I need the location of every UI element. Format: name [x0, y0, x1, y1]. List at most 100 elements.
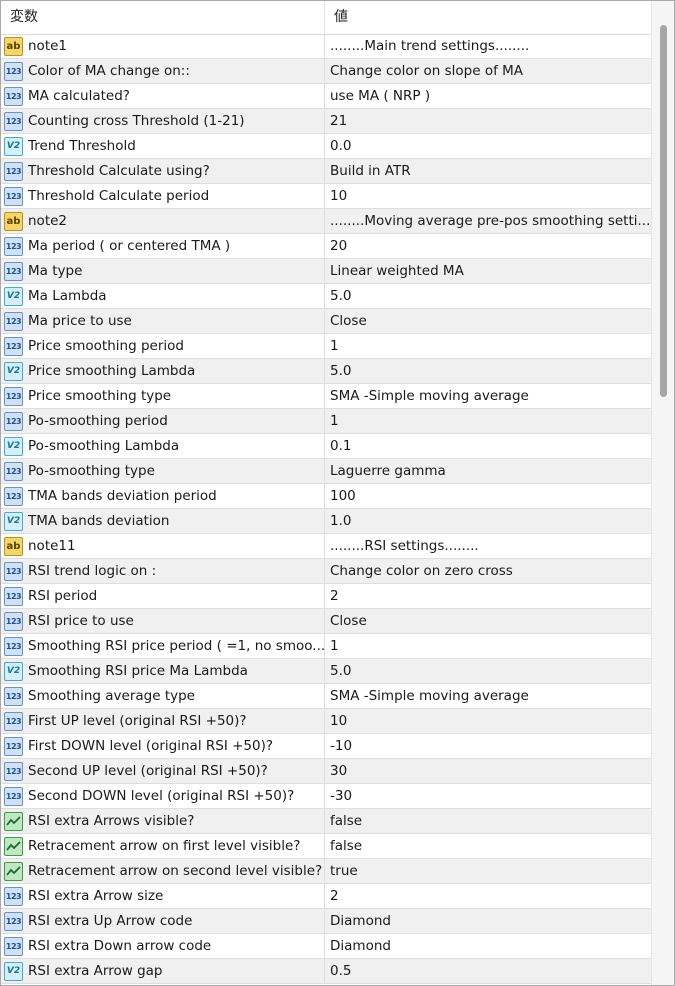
table-row[interactable]: 123 Threshold Calculate using? Build in AT…: [1, 159, 651, 184]
table-row[interactable]: 123 RSI price to use Close: [1, 609, 651, 634]
value-cell[interactable]: Close: [325, 609, 651, 633]
value-cell[interactable]: Change color on slope of MA: [325, 59, 651, 83]
string-type-icon: ab: [4, 536, 23, 556]
value-cell[interactable]: Diamond: [325, 909, 651, 933]
table-row[interactable]: ab note2 ........Moving average pre-pos sm…: [1, 209, 651, 234]
table-row[interactable]: 123 Ma type Linear weighted MA: [1, 259, 651, 284]
value-cell[interactable]: 21: [325, 109, 651, 133]
value-cell[interactable]: 100: [325, 484, 651, 508]
value-cell[interactable]: SMA -Simple moving average: [325, 384, 651, 408]
column-header-value[interactable]: 値: [325, 1, 651, 34]
value-cell[interactable]: 1.0: [325, 509, 651, 533]
table-row[interactable]: 123 Second DOWN level (original RSI +50)?…: [1, 784, 651, 809]
table-row[interactable]: 123 Threshold Calculate period 10: [1, 184, 651, 209]
value-cell[interactable]: Close: [325, 309, 651, 333]
table-row[interactable]: V2 RSI extra Arrow gap 0.5: [1, 959, 651, 984]
integer-type-icon: 123: [4, 486, 23, 506]
value-cell[interactable]: true: [325, 859, 651, 883]
table-row[interactable]: 123 Ma price to use Close: [1, 309, 651, 334]
value-cell[interactable]: ........Moving average pre-pos smoothing…: [325, 209, 651, 233]
integer-type-icon: 123: [4, 761, 23, 781]
table-row[interactable]: 123 TMA bands deviation period 100: [1, 484, 651, 509]
value-cell[interactable]: 2: [325, 584, 651, 608]
table-row[interactable]: 123 Price smoothing type SMA -Simple movin…: [1, 384, 651, 409]
integer-type-icon: 123: [4, 386, 23, 406]
table-row[interactable]: ab note1 ........Main trend settings......…: [1, 34, 651, 59]
value-cell[interactable]: Laguerre gamma: [325, 459, 651, 483]
scrollbar-thumb[interactable]: [660, 25, 667, 397]
table-row[interactable]: 123 RSI period 2: [1, 584, 651, 609]
value-cell[interactable]: 2: [325, 884, 651, 908]
value-cell[interactable]: Change color on zero cross: [325, 559, 651, 583]
value-cell[interactable]: Diamond: [325, 934, 651, 958]
variable-cell: V2 TMA bands deviation: [1, 509, 325, 533]
table-row[interactable]: 123 RSI extra Up Arrow code Diamond: [1, 909, 651, 934]
table-row[interactable]: Retracement arrow on second level visibl…: [1, 859, 651, 884]
variable-cell: 123 Second UP level (original RSI +50)?: [1, 759, 325, 783]
table-row[interactable]: V2 Price smoothing Lambda 5.0: [1, 359, 651, 384]
value-cell[interactable]: false: [325, 809, 651, 833]
variable-name: Retracement arrow on second level visibl…: [28, 863, 323, 879]
value-cell[interactable]: SMA -Simple moving average: [325, 684, 651, 708]
variable-name: Threshold Calculate using?: [28, 163, 210, 179]
table-row[interactable]: 123 RSI trend logic on : Change color on z…: [1, 559, 651, 584]
value-cell[interactable]: ........Main trend settings........: [325, 34, 651, 58]
variable-name: Ma Lambda: [28, 288, 107, 304]
table-row[interactable]: 123 Smoothing RSI price period ( =1, no s…: [1, 634, 651, 659]
table-row[interactable]: 123 Counting cross Threshold (1-21) 21: [1, 109, 651, 134]
value-cell[interactable]: 10: [325, 184, 651, 208]
table-row[interactable]: 123 Second UP level (original RSI +50)? 30: [1, 759, 651, 784]
value-cell[interactable]: Build in ATR: [325, 159, 651, 183]
integer-type-icon: 123: [4, 936, 23, 956]
value-cell[interactable]: false: [325, 834, 651, 858]
table-row[interactable]: RSI extra Arrows visible? false: [1, 809, 651, 834]
table-row[interactable]: 123 Po-smoothing period 1: [1, 409, 651, 434]
value-cell[interactable]: 20: [325, 234, 651, 258]
value-cell[interactable]: use MA ( NRP ): [325, 84, 651, 108]
table-row[interactable]: 123 First UP level (original RSI +50)? 10: [1, 709, 651, 734]
value-cell[interactable]: 0.5: [325, 959, 651, 983]
variable-name: Second UP level (original RSI +50)?: [28, 763, 268, 779]
value-cell[interactable]: 5.0: [325, 284, 651, 308]
table-row[interactable]: 123 Smoothing average type SMA -Simple mov…: [1, 684, 651, 709]
table-row[interactable]: 123 Price smoothing period 1: [1, 334, 651, 359]
table-row[interactable]: V2 Smoothing RSI price Ma Lambda 5.0: [1, 659, 651, 684]
table-row[interactable]: 123 RSI extra Down arrow code Diamond: [1, 934, 651, 959]
value-cell[interactable]: 30: [325, 759, 651, 783]
variable-name: First UP level (original RSI +50)?: [28, 713, 247, 729]
value-cell[interactable]: -30: [325, 784, 651, 808]
table-row[interactable]: 123 MA calculated? use MA ( NRP ): [1, 84, 651, 109]
string-type-icon: ab: [4, 36, 23, 56]
value-cell[interactable]: 5.0: [325, 359, 651, 383]
variable-cell: ab note2: [1, 209, 325, 233]
value-cell[interactable]: Linear weighted MA: [325, 259, 651, 283]
table-row[interactable]: 123 Po-smoothing type Laguerre gamma: [1, 459, 651, 484]
variable-cell: 123 Threshold Calculate using?: [1, 159, 325, 183]
value-cell[interactable]: 5.0: [325, 659, 651, 683]
variable-name: Second DOWN level (original RSI +50)?: [28, 788, 295, 804]
table-row[interactable]: V2 TMA bands deviation 1.0: [1, 509, 651, 534]
table-row[interactable]: 123 First DOWN level (original RSI +50)? -…: [1, 734, 651, 759]
value-cell[interactable]: 1: [325, 634, 651, 658]
table-row[interactable]: ab note11 ........RSI settings........: [1, 534, 651, 559]
string-type-icon: ab: [4, 211, 23, 231]
table-row[interactable]: V2 Trend Threshold 0.0: [1, 134, 651, 159]
table-row[interactable]: V2 Ma Lambda 5.0: [1, 284, 651, 309]
value-cell[interactable]: 0.1: [325, 434, 651, 458]
value-cell[interactable]: 0.0: [325, 134, 651, 158]
variable-cell: 123 Po-smoothing period: [1, 409, 325, 433]
value-cell[interactable]: 1: [325, 409, 651, 433]
table-row[interactable]: 123 RSI extra Arrow size 2: [1, 884, 651, 909]
table-row[interactable]: 123 Ma period ( or centered TMA ) 20: [1, 234, 651, 259]
table-row[interactable]: 123 Color of MA change on:: Change color o…: [1, 59, 651, 84]
value-cell[interactable]: 1: [325, 334, 651, 358]
value-cell[interactable]: -10: [325, 734, 651, 758]
integer-type-icon: 123: [4, 786, 23, 806]
table-row[interactable]: Retracement arrow on first level visible…: [1, 834, 651, 859]
vertical-scrollbar[interactable]: [651, 1, 674, 985]
variable-cell: 123 First DOWN level (original RSI +50)?: [1, 734, 325, 758]
table-row[interactable]: V2 Po-smoothing Lambda 0.1: [1, 434, 651, 459]
column-header-variable[interactable]: 変数: [1, 1, 325, 34]
value-cell[interactable]: ........RSI settings........: [325, 534, 651, 558]
value-cell[interactable]: 10: [325, 709, 651, 733]
